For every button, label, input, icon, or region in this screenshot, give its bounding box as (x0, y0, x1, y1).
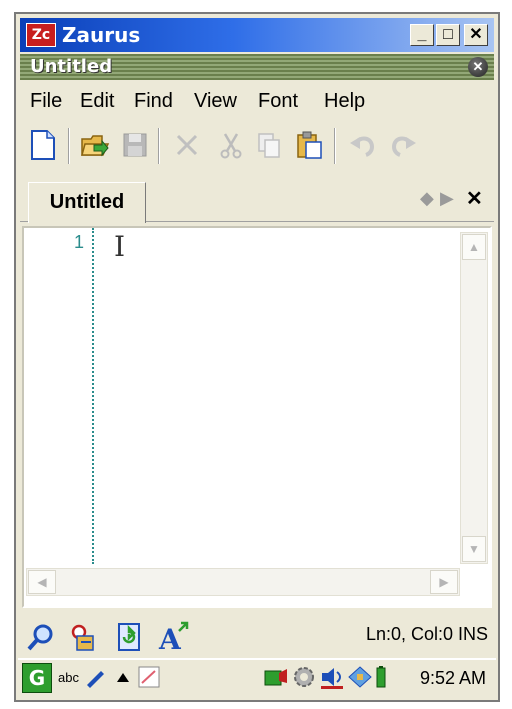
toolbar (20, 122, 494, 170)
app-title: Untitled (30, 56, 113, 77)
open-folder-icon[interactable] (78, 128, 112, 162)
pen-input-icon[interactable] (82, 662, 108, 692)
tab-close-icon[interactable]: ✕ (466, 186, 483, 211)
svg-text:A: A (158, 623, 182, 653)
battery-icon (372, 662, 390, 692)
scroll-right-button[interactable]: ▶ (430, 570, 458, 594)
app-title-bar: Untitled ✕ (20, 54, 494, 80)
vertical-scrollbar[interactable]: ▲ ▼ (460, 232, 488, 564)
toolbar-separator (334, 128, 336, 164)
menu-find[interactable]: Find (134, 90, 173, 113)
delete-icon[interactable] (170, 128, 204, 162)
paste-icon[interactable] (292, 128, 326, 162)
horizontal-scrollbar[interactable]: ◀ ▶ (26, 568, 460, 596)
device-frame: Zc Zaurus _ □ ✕ Untitled ✕ File Edit Fin… (14, 12, 500, 702)
status-bar: A Ln:0, Col:0 INS (20, 614, 494, 656)
clock[interactable]: 9:52 AM (420, 668, 486, 689)
window-title: Zaurus (62, 23, 141, 47)
maximize-button[interactable]: □ (436, 24, 460, 46)
network-icon[interactable] (262, 662, 290, 692)
close-button[interactable]: ✕ (464, 24, 488, 46)
goto-icon[interactable] (112, 620, 146, 654)
search-icon[interactable] (24, 620, 58, 654)
menu-edit[interactable]: Edit (80, 90, 114, 113)
tab-next-arrow-icon[interactable]: ▶ (440, 188, 454, 209)
menu-help[interactable]: Help (324, 90, 365, 113)
new-file-icon[interactable] (26, 128, 60, 162)
taskbar: G abc 9:52 AM (18, 658, 496, 698)
text-editor[interactable]: 1 I ▲ ▼ ◀ ▶ (22, 226, 492, 608)
window-title-bar[interactable]: Zc Zaurus _ □ ✕ (20, 18, 494, 52)
volume-icon[interactable] (318, 662, 346, 692)
scroll-left-button[interactable]: ◀ (28, 570, 56, 594)
save-icon[interactable] (118, 128, 152, 162)
tab-untitled[interactable]: Untitled (28, 182, 146, 223)
menu-font[interactable]: Font (258, 90, 298, 113)
font-size-icon[interactable]: A (156, 620, 190, 654)
undo-icon[interactable] (346, 128, 380, 162)
handwriting-pad-icon[interactable] (136, 662, 162, 692)
tab-bar: Untitled ◆ ▶ ✕ (20, 176, 494, 223)
toolbar-separator (68, 128, 70, 164)
tab-prev-arrow-icon[interactable]: ◆ (420, 188, 434, 209)
scroll-up-button[interactable]: ▲ (462, 234, 486, 260)
text-cursor-icon: I (114, 230, 126, 263)
copy-icon[interactable] (252, 128, 286, 162)
minimize-button[interactable]: _ (410, 24, 434, 46)
find-replace-icon[interactable] (66, 620, 100, 654)
cut-icon[interactable] (214, 128, 248, 162)
sync-icon[interactable] (346, 662, 374, 692)
menu-file[interactable]: File (30, 90, 62, 113)
redo-icon[interactable] (386, 128, 420, 162)
cursor-position-status: Ln:0, Col:0 INS (365, 624, 488, 644)
app-close-icon[interactable]: ✕ (468, 57, 488, 77)
line-number-gutter: 1 (24, 228, 94, 564)
settings-icon[interactable] (290, 662, 318, 692)
start-menu-button[interactable]: G (22, 663, 52, 693)
toolbar-separator (158, 128, 160, 164)
menu-view[interactable]: View (194, 90, 237, 113)
keyboard-toggle-icon[interactable] (112, 662, 134, 692)
line-number: 1 (73, 232, 84, 252)
menu-bar: File Edit Find View Font Help (20, 84, 494, 118)
zaurus-logo-icon: Zc (26, 23, 56, 47)
scroll-down-button[interactable]: ▼ (462, 536, 486, 562)
input-method-label[interactable]: abc (58, 670, 79, 685)
